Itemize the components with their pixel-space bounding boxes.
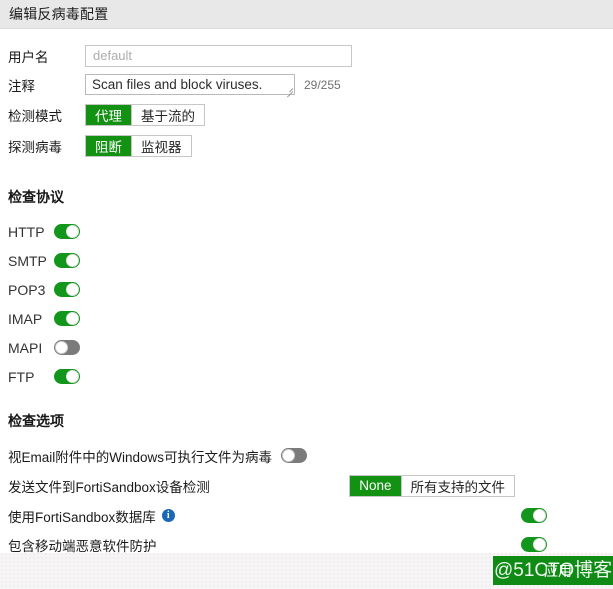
protocol-toggle-imap[interactable] [54, 311, 80, 326]
options-section-heading: 检查选项 [8, 413, 64, 429]
row-virus-action: 探测病毒 阻断 监视器 [0, 130, 613, 161]
row-profile-name: 用户名 [0, 41, 613, 70]
apply-button[interactable]: 应用 [493, 556, 613, 585]
virus-action-option-block[interactable]: 阻断 [86, 135, 132, 156]
protocol-toggle-http[interactable] [54, 224, 80, 239]
option-row-mobile-malware: 包含移动端恶意软件防护 [0, 530, 613, 559]
option-row-treat-windows-exe: 视Email附件中的Windows可执行文件为病毒 [0, 441, 613, 470]
row-comment: 注释 29/255 [0, 70, 613, 99]
protocol-label-http: HTTP [8, 223, 45, 240]
comment-textarea[interactable] [85, 74, 295, 95]
protocol-toggle-pop3[interactable] [54, 282, 80, 297]
row-detect-mode: 检测模式 代理 基于流的 [0, 99, 613, 130]
detect-mode-option-flow[interactable]: 基于流的 [132, 104, 204, 125]
protocol-toggle-mapi[interactable] [54, 340, 80, 355]
protocol-toggle-ftp[interactable] [54, 369, 80, 384]
comment-textarea-wrap [85, 74, 295, 98]
protocol-label-mapi: MAPI [8, 339, 43, 356]
protocol-row-http: HTTP [0, 217, 613, 246]
profile-name-input[interactable] [85, 44, 352, 67]
protocol-label-imap: IMAP [8, 310, 43, 327]
protocol-toggle-smtp[interactable] [54, 253, 80, 268]
option-row-use-sandbox-db: 使用FortiSandbox数据库 i [0, 501, 613, 530]
virus-action-segmented-control: 阻断 监视器 [85, 134, 192, 157]
edit-antivirus-profile-dialog: 编辑反病毒配置 用户名 注释 29/255 检测模式 代理 基于流的 [0, 0, 613, 554]
protocols-section-heading: 检查协议 [8, 189, 64, 205]
option-row-send-to-sandbox: 发送文件到FortiSandbox设备检测 None 所有支持的文件 [0, 470, 613, 501]
option-label-mobile-malware: 包含移动端恶意软件防护 [8, 538, 157, 554]
protocol-label-smtp: SMTP [8, 252, 47, 269]
virus-action-label: 探测病毒 [8, 139, 62, 155]
info-icon[interactable]: i [161, 509, 175, 522]
virus-action-option-monitor[interactable]: 监视器 [132, 135, 191, 156]
protocol-label-ftp: FTP [8, 368, 35, 385]
protocol-row-pop3: POP3 [0, 275, 613, 304]
protocol-row-imap: IMAP [0, 304, 613, 333]
profile-name-label: 用户名 [8, 49, 49, 65]
protocol-row-ftp: FTP [0, 362, 613, 391]
send-to-sandbox-segmented-control: None 所有支持的文件 [349, 474, 515, 497]
dialog-title: 编辑反病毒配置 [9, 6, 109, 22]
option-toggle-treat-windows-exe[interactable] [281, 448, 308, 463]
protocol-row-smtp: SMTP [0, 246, 613, 275]
detect-mode-option-proxy[interactable]: 代理 [86, 104, 132, 125]
option-label-treat-windows-exe: 视Email附件中的Windows可执行文件为病毒 [8, 449, 273, 465]
comment-label: 注释 [8, 78, 35, 94]
detect-mode-segmented-control: 代理 基于流的 [85, 103, 205, 126]
comment-char-counter: 29/255 [304, 77, 341, 92]
mobile-malware-toggle-cell [521, 537, 613, 552]
option-label-use-sandbox-db: 使用FortiSandbox数据库 [8, 509, 156, 525]
option-label-send-to-sandbox: 发送文件到FortiSandbox设备检测 [8, 479, 210, 495]
use-sandbox-db-toggle-cell [521, 508, 613, 523]
option-toggle-mobile-malware[interactable] [521, 537, 547, 552]
option-toggle-use-sandbox-db[interactable] [521, 508, 547, 523]
dialog-body: 用户名 注释 29/255 检测模式 代理 基于流的 探测病毒 阻断 监 [0, 29, 613, 554]
protocol-label-pop3: POP3 [8, 281, 46, 298]
dialog-titlebar: 编辑反病毒配置 [0, 0, 613, 29]
protocol-row-mapi: MAPI [0, 333, 613, 362]
send-to-sandbox-option-all-supported[interactable]: 所有支持的文件 [401, 475, 514, 496]
send-to-sandbox-option-none[interactable]: None [350, 475, 402, 496]
detect-mode-label: 检测模式 [8, 108, 62, 124]
